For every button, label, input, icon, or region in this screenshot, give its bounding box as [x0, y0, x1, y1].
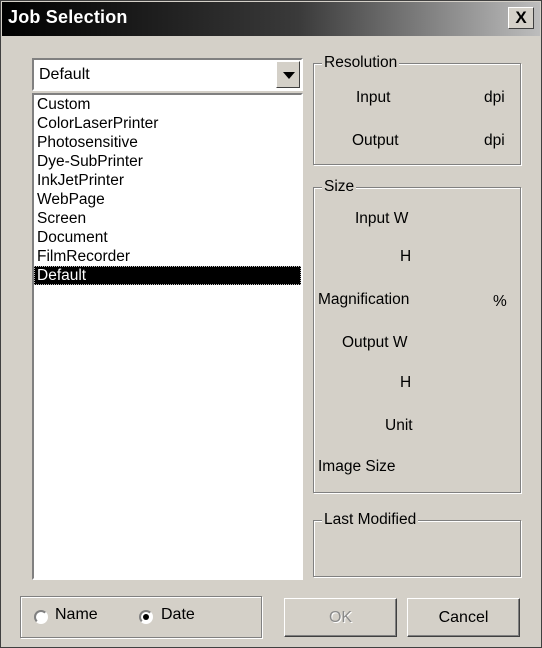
dropdown-button[interactable]	[276, 61, 300, 88]
list-item[interactable]: Photosensitive	[34, 133, 301, 152]
magnification-unit: %	[493, 293, 507, 310]
sort-date-label[interactable]: Date	[161, 606, 195, 624]
sort-options: Name Date	[20, 596, 262, 638]
input-w-label: Input W	[355, 210, 409, 227]
resolution-output-label: Output	[352, 132, 399, 149]
job-combobox-value: Default	[39, 66, 90, 83]
output-w-label: Output W	[342, 334, 408, 351]
last-modified-title: Last Modified	[322, 510, 419, 530]
list-item[interactable]: FilmRecorder	[34, 247, 301, 266]
list-item[interactable]: Document	[34, 228, 301, 247]
image-size-label: Image Size	[318, 458, 396, 475]
magnification-label: Magnification	[318, 291, 410, 308]
list-item[interactable]: InkJetPrinter	[34, 171, 301, 190]
list-item[interactable]: Custom	[34, 95, 301, 114]
input-h-label: H	[400, 248, 412, 265]
size-group: Size Input W H Magnification % Output W …	[313, 177, 521, 493]
list-item[interactable]: WebPage	[34, 190, 301, 209]
cancel-button[interactable]: Cancel	[407, 598, 520, 637]
sort-name-radio[interactable]	[34, 610, 48, 624]
title-bar: Job Selection X	[2, 2, 540, 36]
job-list[interactable]: Custom ColorLaserPrinter Photosensitive …	[32, 93, 303, 580]
unit-label: Unit	[385, 417, 413, 434]
output-h-label: H	[400, 374, 412, 391]
resolution-input-label: Input	[356, 89, 391, 106]
ok-button[interactable]: OK	[284, 598, 397, 637]
resolution-output-unit: dpi	[484, 132, 505, 149]
size-title: Size	[322, 177, 357, 197]
sort-date-radio[interactable]	[139, 610, 153, 624]
dialog-title: Job Selection	[8, 7, 128, 27]
sort-name-label[interactable]: Name	[55, 606, 98, 624]
resolution-input-unit: dpi	[484, 89, 505, 106]
job-combobox[interactable]: Default	[32, 58, 303, 91]
list-item[interactable]: Dye-SubPrinter	[34, 152, 301, 171]
close-button[interactable]: X	[508, 7, 534, 29]
list-item[interactable]: Screen	[34, 209, 301, 228]
list-item[interactable]: ColorLaserPrinter	[34, 114, 301, 133]
resolution-group: Resolution Input dpi Output dpi	[313, 53, 521, 165]
list-item-selected[interactable]: Default	[34, 266, 301, 285]
resolution-title: Resolution	[322, 53, 400, 73]
job-selection-dialog: Job Selection X Default Custom ColorLase…	[0, 0, 542, 648]
close-icon: X	[515, 8, 527, 27]
last-modified-group: Last Modified	[313, 510, 521, 577]
